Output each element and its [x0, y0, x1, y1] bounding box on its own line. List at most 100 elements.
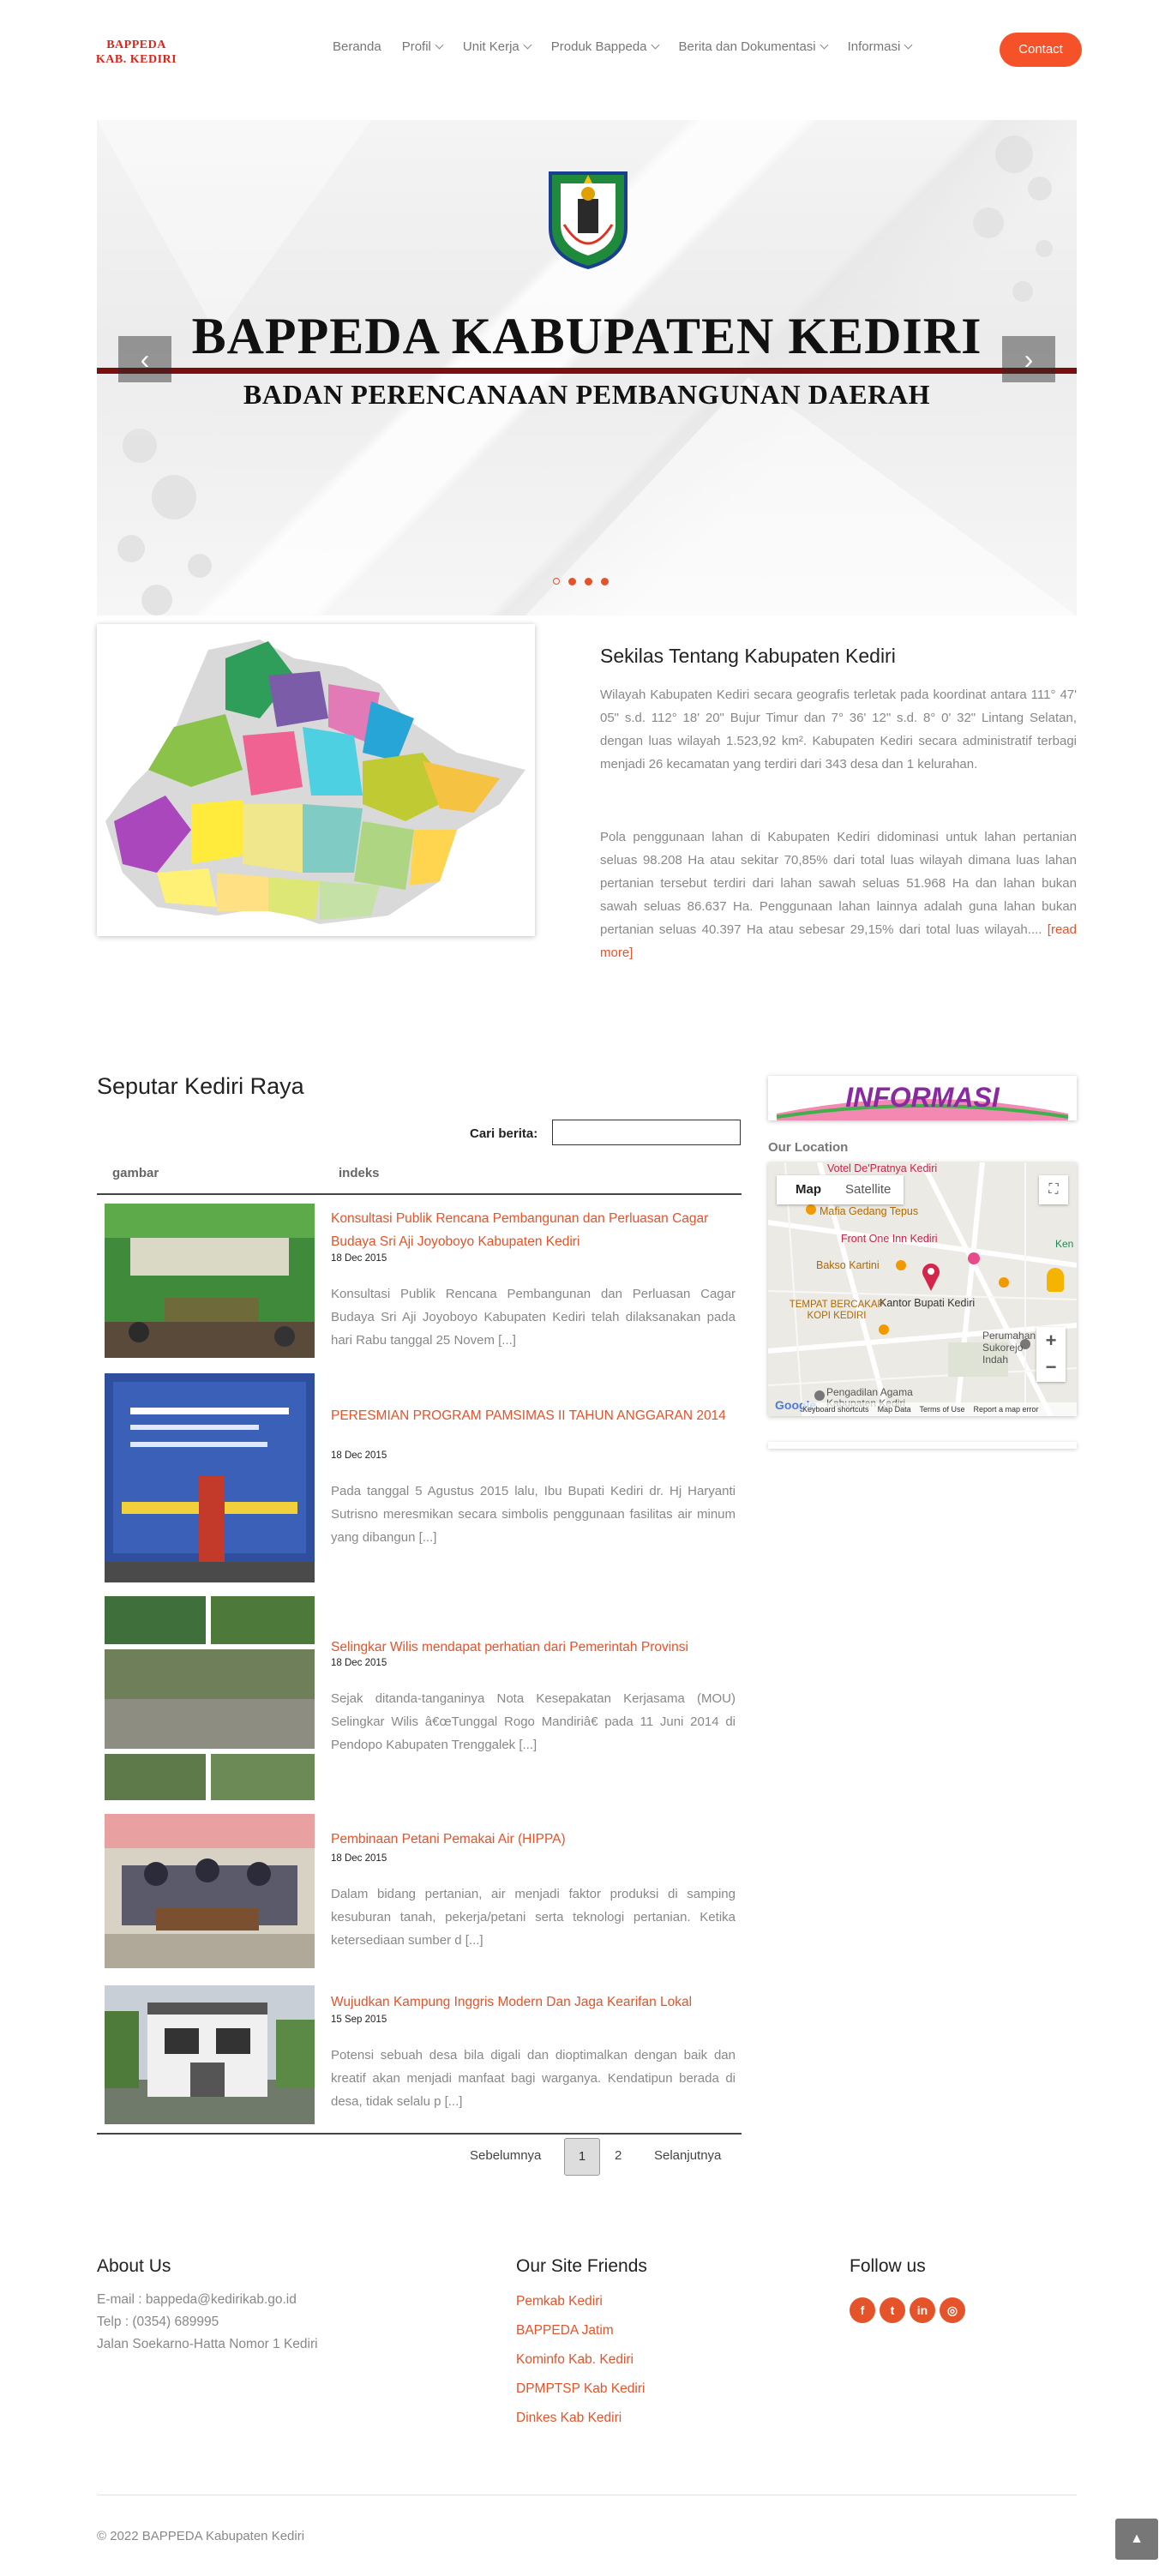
slide-dot-1[interactable]	[553, 578, 560, 585]
footer-address: Jalan Soekarno-Hatta Nomor 1 Kediri	[97, 2337, 318, 2351]
google-map-embed[interactable]: Map Satellite ⛶ Votel De'Pratnya Kediri …	[768, 1162, 1077, 1416]
pegman-icon[interactable]	[1047, 1268, 1064, 1292]
news-excerpt-3: Sejak ditanda-tanganinya Nota Kesepakata…	[331, 1691, 736, 1752]
footer-about-title: About Us	[97, 2256, 171, 2276]
twitter-icon[interactable]: t	[880, 2297, 905, 2323]
linkedin-icon[interactable]: in	[910, 2297, 935, 2323]
nav-beranda[interactable]: Beranda	[333, 39, 381, 54]
friend-link-dpmptsp[interactable]: DPMPTSP Kab Kediri	[516, 2381, 645, 2397]
pager-previous[interactable]: Sebelumnya	[470, 2148, 541, 2163]
nav-unit-kerja[interactable]: Unit Kerja	[462, 39, 532, 54]
news-date-4: 18 Dec 2015	[331, 1853, 387, 1864]
news-image-5[interactable]	[105, 1985, 315, 2124]
chevron-down-icon	[820, 40, 829, 50]
intro-title: Sekilas Tentang Kabupaten Kediri	[600, 645, 896, 667]
nav-berita-dokumentasi[interactable]: Berita dan Dokumentasi	[678, 39, 829, 54]
nav-label: Produk Bappeda	[550, 39, 647, 54]
informasi-banner[interactable]: INFORMASI	[768, 1076, 1077, 1120]
logo-line-1: BAPPEDA	[106, 39, 166, 51]
news-date-2: 18 Dec 2015	[331, 1450, 387, 1461]
nav-label: Profil	[401, 39, 431, 54]
news-section-title: Seputar Kediri Raya	[97, 1073, 304, 1099]
friend-link-dinkes[interactable]: Dinkes Kab Kediri	[516, 2411, 622, 2426]
map-terms-link[interactable]: Terms of Use	[919, 1405, 964, 1414]
facebook-icon[interactable]: f	[850, 2297, 875, 2323]
map-tab-map[interactable]: Map	[796, 1182, 821, 1197]
map-place-label: Ken	[1055, 1238, 1074, 1250]
nav-produk-bappeda[interactable]: Produk Bappeda	[550, 39, 659, 54]
slider-indicators	[553, 578, 609, 585]
nav-label: Berita dan Dokumentasi	[678, 39, 816, 54]
news-title-link-3[interactable]: Selingkar Wilis mendapat perhatian dari …	[331, 1636, 736, 1659]
zoom-out-button[interactable]: −	[1036, 1354, 1066, 1382]
pager-page-1[interactable]: 1	[564, 2138, 600, 2176]
arrow-up-icon: ▲	[1130, 2531, 1144, 2546]
map-keyboard-shortcuts[interactable]: Keyboard shortcuts	[802, 1405, 869, 1414]
pager-next[interactable]: Selanjutnya	[654, 2148, 721, 2163]
slide-dot-2[interactable]	[568, 578, 576, 585]
map-footer-bar: Keyboard shortcuts Map Data Terms of Use…	[802, 1402, 1077, 1416]
map-report-link[interactable]: Report a map error	[973, 1405, 1038, 1414]
slide-dot-3[interactable]	[585, 578, 592, 585]
chevron-left-icon: ‹	[140, 344, 150, 375]
map-place-label: Kantor Bupati Kediri	[880, 1297, 976, 1309]
chevron-down-icon	[904, 40, 913, 50]
news-image-3[interactable]	[105, 1596, 315, 1800]
nav-informasi[interactable]: Informasi	[847, 39, 913, 54]
contact-button[interactable]: Contact	[1000, 33, 1082, 67]
footer-phone: Telp : (0354) 689995	[97, 2315, 219, 2329]
slide-dot-4[interactable]	[601, 578, 609, 585]
news-image-2[interactable]	[105, 1373, 315, 1582]
map-type-control: Map Satellite	[777, 1175, 904, 1204]
hero-subtitle: BADAN PERENCANAAN PEMBANGUNAN DAERAH	[243, 379, 931, 410]
map-place-label: Front One Inn Kediri	[841, 1233, 938, 1245]
news-title-link-2[interactable]: PERESMIAN PROGRAM PAMSIMAS II TAHUN ANGG…	[331, 1404, 736, 1427]
friend-link-pemkab[interactable]: Pemkab Kediri	[516, 2294, 603, 2309]
map-place-label: TEMPAT BERCAKAP KOPI KEDIRI	[789, 1300, 885, 1321]
news-image-1[interactable]	[105, 1204, 315, 1358]
table-bottom-divider	[97, 2133, 742, 2135]
news-title-link-4[interactable]: Pembinaan Petani Pemakai Air (HIPPA)	[331, 1828, 736, 1851]
slider-prev-button[interactable]: ‹	[118, 336, 171, 382]
friend-link-kominfo[interactable]: Kominfo Kab. Kediri	[516, 2352, 634, 2368]
chevron-right-icon: ›	[1024, 344, 1034, 375]
column-header-indeks[interactable]: indeks	[339, 1166, 380, 1180]
informasi-banner-text: INFORMASI	[845, 1082, 1000, 1113]
hero-title: BAPPEDA KABUPATEN KEDIRI	[191, 308, 982, 364]
news-image-4[interactable]	[105, 1814, 315, 1968]
news-title-link-5[interactable]: Wujudkan Kampung Inggris Modern Dan Jaga…	[331, 1991, 736, 2014]
footer-follow-title: Follow us	[850, 2256, 926, 2276]
news-excerpt-4: Dalam bidang pertanian, air menjadi fakt…	[331, 1887, 736, 1948]
chevron-down-icon	[651, 40, 659, 50]
site-logo[interactable]: BAPPEDA KAB. KEDIRI	[86, 38, 187, 67]
map-data-link[interactable]: Map Data	[878, 1405, 911, 1414]
nav-label: Unit Kerja	[462, 39, 519, 54]
chevron-down-icon	[523, 40, 532, 50]
slider-next-button[interactable]: ›	[1002, 336, 1055, 382]
map-place-label: Votel De'Pratnya Kediri	[827, 1162, 938, 1174]
news-date-5: 15 Sep 2015	[331, 2015, 387, 2025]
intro-paragraph-2-text: Pola penggunaan lahan di Kabupaten Kedir…	[600, 830, 1077, 937]
main-nav: Beranda Profil Unit Kerja Produk Bappeda…	[333, 39, 932, 54]
kabupaten-map-image	[97, 624, 535, 936]
news-excerpt-1: Konsultasi Publik Rencana Pembangunan da…	[331, 1287, 736, 1348]
column-header-gambar[interactable]: gambar	[112, 1166, 159, 1180]
nav-label: Informasi	[847, 39, 901, 54]
pager-page-2[interactable]: 2	[615, 2148, 622, 2163]
fullscreen-icon[interactable]: ⛶	[1039, 1175, 1068, 1204]
search-news-input[interactable]	[552, 1120, 741, 1145]
map-place-label: Bakso Kartini	[816, 1259, 880, 1271]
map-place-label: Mafia Gedang Tepus	[820, 1205, 919, 1217]
zoom-in-button[interactable]: +	[1036, 1327, 1066, 1354]
news-title-link-1[interactable]: Konsultasi Publik Rencana Pembangunan da…	[331, 1207, 736, 1253]
nav-profil[interactable]: Profil	[401, 39, 444, 54]
friend-link-bappeda-jatim[interactable]: BAPPEDA Jatim	[516, 2323, 614, 2339]
kediri-crest-logo	[549, 171, 628, 269]
instagram-icon[interactable]: ◎	[940, 2297, 965, 2323]
map-tab-satellite[interactable]: Satellite	[845, 1182, 891, 1197]
sidebar-widget-bottom	[768, 1442, 1077, 1449]
hero-rule	[97, 368, 1077, 374]
back-to-top-button[interactable]: ▲	[1115, 2519, 1158, 2560]
copyright-text: © 2022 BAPPEDA Kabupaten Kediri	[97, 2529, 305, 2543]
intro-paragraph-1: Wilayah Kabupaten Kediri secara geografi…	[600, 688, 1077, 772]
